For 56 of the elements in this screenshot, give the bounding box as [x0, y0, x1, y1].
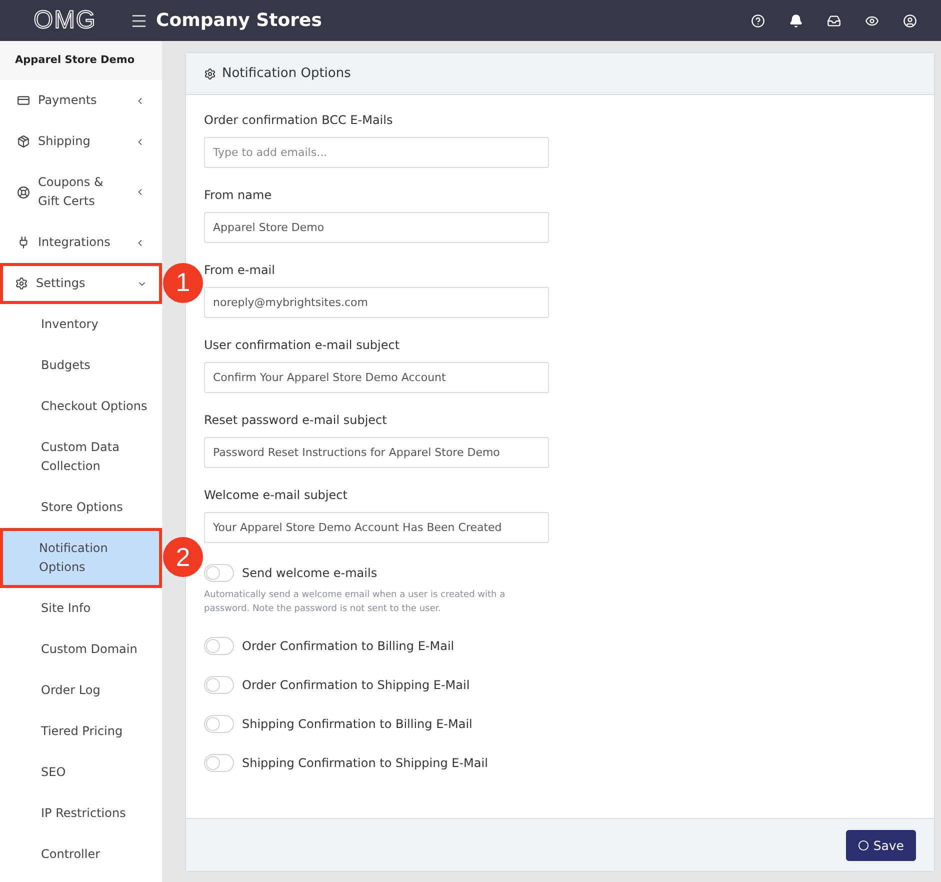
field-label: From name — [204, 188, 273, 202]
sidebar-item[interactable]: Budgets — [2, 345, 160, 386]
plug-icon — [17, 236, 30, 249]
toggle-label: Order Confirmation to Shipping E-Mail — [242, 678, 470, 692]
field-label: Welcome e-mail subject — [204, 488, 348, 502]
sidebar-item[interactable]: Custom Data Collection — [2, 427, 160, 487]
sidebar-item[interactable]: Payments — [2, 80, 160, 121]
field-label: From e-mail — [204, 263, 276, 277]
sidebar-item[interactable]: Inventory — [2, 304, 160, 345]
toggle-switch[interactable] — [204, 676, 234, 694]
user-icon[interactable] — [903, 14, 917, 28]
sidebar-item[interactable]: Controller — [2, 834, 160, 875]
sidebar-item[interactable]: Coupons & Gift Certs — [2, 162, 160, 222]
card-title: Notification Options — [222, 66, 351, 81]
toggle-label: Send welcome e-mails — [242, 566, 378, 580]
sidebar-item[interactable]: Shipping — [2, 121, 160, 162]
inbox-icon[interactable] — [827, 14, 841, 28]
sidebar-item[interactable]: Order Log — [2, 670, 160, 711]
toggle-label: Order Confirmation to Billing E-Mail — [242, 639, 454, 653]
input-field[interactable]: Password Reset Instructions for Apparel Store Demo — [204, 437, 549, 468]
toggle-switch[interactable] — [204, 637, 234, 655]
save-button[interactable]: Save — [846, 830, 916, 860]
sidebar-item[interactable]: Integrations — [2, 222, 160, 263]
circle-icon — [858, 840, 870, 850]
eye-icon[interactable] — [865, 14, 879, 28]
sidebar-item[interactable]: SEO — [2, 752, 160, 793]
box-icon — [17, 135, 30, 148]
sidebar-item[interactable]: Tiered Pricing — [2, 711, 160, 752]
input-field[interactable]: Confirm Your Apparel Store Demo Account — [204, 362, 549, 393]
field-label: User confirmation e-mail subject — [204, 338, 401, 352]
help-icon[interactable] — [751, 14, 765, 28]
sidebar-item[interactable]: Site Info — [2, 588, 160, 629]
card-icon — [17, 94, 30, 107]
logo[interactable]: OMG — [0, 6, 130, 35]
sidebar-item[interactable]: Custom Domain — [2, 629, 160, 670]
input-field[interactable]: noreply@mybrightsites.com — [204, 287, 549, 318]
input-field[interactable]: Your Apparel Store Demo Account Has Been Created — [204, 512, 549, 543]
settings-icon — [15, 277, 28, 290]
sidebar-item[interactable]: Checkout Options — [2, 386, 160, 427]
input-field[interactable]: Apparel Store Demo — [204, 212, 549, 243]
input-field[interactable]: Type to add emails... — [204, 137, 549, 168]
toggle-label: Shipping Confirmation to Billing E-Mail — [242, 717, 472, 731]
field-label: Order confirmation BCC E-Mails — [204, 113, 394, 127]
help-text: Automatically send a welcome email when a user is created with a password. Note the password is not sent to the user. — [204, 589, 506, 616]
app-title: Company Stores — [156, 10, 323, 31]
toggle-switch[interactable] — [204, 564, 234, 582]
toggle-switch[interactable] — [204, 715, 234, 733]
store-name: Apparel Store Demo — [0, 41, 162, 80]
toggle-label: Shipping Confirmation to Shipping E-Mail — [242, 756, 488, 770]
ring-icon — [17, 186, 30, 198]
sidebar-item[interactable]: Store Options — [2, 487, 160, 528]
sidebar-item[interactable]: IP Restrictions — [2, 793, 160, 834]
toggle-switch[interactable] — [204, 754, 234, 772]
bell-icon[interactable] — [789, 14, 803, 28]
field-label: Reset password e-mail subject — [204, 413, 388, 427]
settings-icon — [204, 68, 216, 80]
